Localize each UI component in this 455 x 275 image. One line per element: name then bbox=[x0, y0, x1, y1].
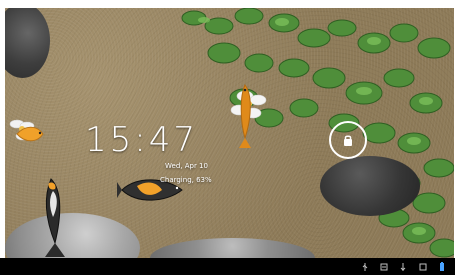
lockscreen-clock: 15:47 bbox=[85, 120, 198, 160]
koi-fish-left bbox=[16, 126, 44, 142]
debug-icon bbox=[379, 262, 389, 272]
unlock-handle[interactable] bbox=[329, 121, 367, 159]
koi-fish-bottom-left bbox=[45, 178, 65, 257]
screenshot-icon bbox=[418, 262, 428, 272]
lockscreen-date: Wed, Apr 10 bbox=[165, 162, 208, 170]
battery-icon bbox=[437, 262, 447, 272]
leaves-decoration bbox=[181, 8, 454, 258]
usb-storage-icon bbox=[398, 262, 408, 272]
device-frame: 15:47 Wed, Apr 10 Charging, 63% bbox=[0, 0, 455, 275]
rock-right bbox=[320, 156, 420, 216]
usb-icon bbox=[360, 262, 370, 272]
lockscreen-wallpaper: 15:47 Wed, Apr 10 Charging, 63% bbox=[5, 8, 454, 258]
charging-status: Charging, 63% bbox=[160, 176, 212, 184]
lock-icon bbox=[344, 135, 352, 146]
koi-fish-orange bbox=[239, 84, 251, 148]
